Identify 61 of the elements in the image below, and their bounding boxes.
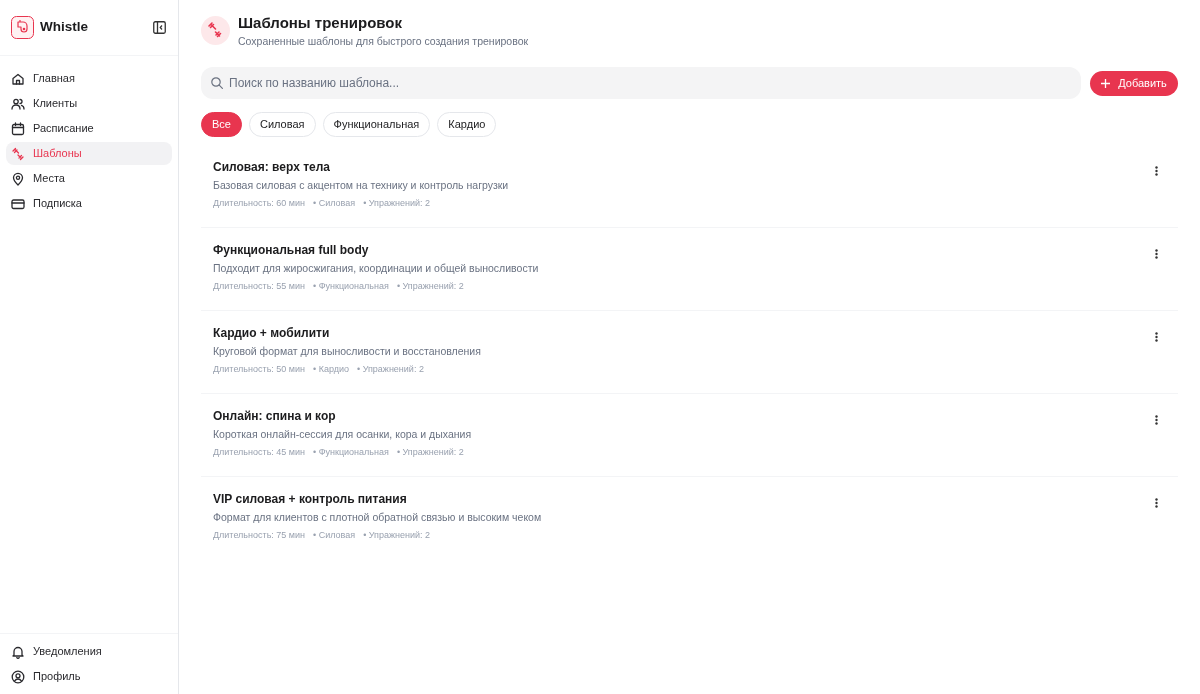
sidebar-collapse-icon bbox=[152, 21, 166, 34]
template-meta: Длительность: 55 мин bbox=[213, 280, 306, 293]
sidebar-item[interactable]: Подписка bbox=[6, 192, 172, 215]
filter-chip[interactable]: Все bbox=[201, 112, 242, 137]
brand-name: Whistle bbox=[40, 18, 88, 37]
kebab-menu-icon bbox=[1154, 166, 1158, 176]
user-circle-icon bbox=[11, 669, 25, 684]
map-pin-icon bbox=[11, 171, 25, 186]
add-button[interactable]: Добавить bbox=[1090, 70, 1178, 96]
template-meta: • Упражнений: 2 bbox=[396, 280, 464, 293]
template-meta: Длительность: 75 мин bbox=[213, 529, 306, 542]
sidebar-item[interactable]: Профиль bbox=[6, 665, 172, 688]
filter-chip[interactable]: Кардио bbox=[437, 112, 497, 137]
template-meta: • Силовая bbox=[313, 529, 356, 542]
template-description: Круговой формат для выносливости и восстановления bbox=[213, 344, 481, 359]
users-icon bbox=[11, 96, 25, 111]
template-meta: • Силовая bbox=[313, 197, 356, 210]
search-field[interactable]: Поиск по названию шаблона... bbox=[201, 67, 1081, 99]
credit-card-icon bbox=[11, 196, 25, 211]
kebab-menu-icon bbox=[1154, 249, 1158, 259]
kebab-menu-icon bbox=[1154, 332, 1158, 342]
template-meta: Длительность: 50 мин bbox=[213, 363, 306, 376]
sidebar-item[interactable]: Главная bbox=[6, 67, 172, 90]
template-meta: • Упражнений: 2 bbox=[357, 363, 424, 376]
template-meta: • Упражнений: 2 bbox=[396, 446, 464, 459]
filter-chip[interactable]: Функциональная bbox=[322, 112, 431, 137]
template-title: VIP силовая + контроль питания bbox=[213, 491, 407, 508]
template-meta: • Упражнений: 2 bbox=[363, 529, 431, 542]
sidebar-item[interactable]: Клиенты bbox=[6, 92, 172, 115]
template-description: Базовая силовая с акцентом на технику и контроль нагрузки bbox=[213, 178, 509, 193]
sidebar-item[interactable]: Уведомления bbox=[6, 640, 172, 663]
template-description: Короткая онлайн-сессия для осанки, кора и дыхания bbox=[213, 427, 472, 442]
kebab-menu-icon bbox=[1154, 415, 1158, 425]
filter-chip[interactable]: Силовая bbox=[248, 112, 316, 137]
dumbbell-icon bbox=[201, 16, 230, 45]
template-title: Кардио + мобилити bbox=[213, 325, 330, 342]
template-meta: • Упражнений: 2 bbox=[363, 197, 431, 210]
template-meta: • Функциональная bbox=[313, 446, 389, 459]
template-description: Формат для клиентов с плотной обратной связью и высоким чеком bbox=[213, 510, 542, 525]
template-title: Онлайн: спина и кор bbox=[213, 408, 336, 425]
dumbbell-icon bbox=[11, 146, 25, 161]
search-icon bbox=[211, 77, 223, 89]
page-subtitle: Сохраненные шаблоны для быстрого создания тренировок bbox=[238, 33, 529, 48]
template-description: Подходит для жиросжигания, координации и общей выносливости bbox=[213, 261, 539, 276]
template-meta: Длительность: 60 мин bbox=[213, 197, 306, 210]
template-meta: • Кардио bbox=[313, 363, 349, 376]
bell-icon bbox=[11, 644, 25, 659]
sidebar-item[interactable]: Места bbox=[6, 167, 172, 190]
collapse-sidebar-button[interactable] bbox=[151, 19, 167, 36]
whistle-logo-icon bbox=[11, 16, 34, 39]
template-meta: • Функциональная bbox=[313, 280, 389, 293]
template-title: Функциональная full body bbox=[213, 242, 369, 259]
sidebar-item[interactable]: Расписание bbox=[6, 117, 172, 140]
sidebar-item[interactable]: Шаблоны bbox=[6, 142, 172, 165]
plus-icon bbox=[1101, 78, 1111, 88]
template-title: Силовая: верх тела bbox=[213, 159, 330, 176]
home-icon bbox=[11, 71, 25, 86]
template-meta: Длительность: 45 мин bbox=[213, 446, 306, 459]
page-title: Шаблоны тренировок bbox=[238, 13, 402, 32]
kebab-menu-icon bbox=[1154, 498, 1158, 508]
calendar-icon bbox=[11, 121, 25, 136]
